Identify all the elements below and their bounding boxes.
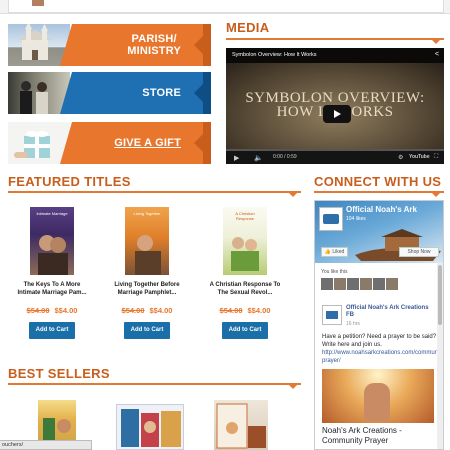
couple-illustration [38, 235, 68, 275]
chevron-left-icon [194, 72, 211, 114]
add-to-cart-button[interactable]: Add to Cart [29, 322, 75, 339]
add-to-cart-button[interactable]: Add to Cart [222, 322, 268, 339]
page-likes: 104 likes [346, 216, 366, 222]
product-cover[interactable]: Living Together [125, 207, 169, 275]
chevron-left-icon [194, 122, 211, 164]
video-frame[interactable]: SYMBOLON OVERVIEW:HOW IT WORKS [226, 63, 444, 151]
product-cover[interactable]: Intimate Marriage [30, 207, 74, 275]
browser-status-bar: ouchers/ [0, 440, 92, 450]
facebook-widget: Official Noah's Ark 104 likes 👍 Liked Sh… [314, 200, 444, 450]
youtube-logo[interactable]: YouTube [409, 154, 430, 160]
book-set-illustration [121, 409, 181, 447]
friend-avatar[interactable] [321, 278, 333, 290]
product-price: $54.00 $$4.00 [121, 306, 173, 315]
banner-band: STORE [60, 72, 211, 114]
banner-parish-ministry[interactable]: PARISH/MINISTRY [8, 24, 211, 66]
scrollbar-thumb[interactable] [438, 265, 442, 325]
post-link[interactable]: http://www.noahsarkcreations.com/communi… [322, 349, 443, 365]
share-icon[interactable]: < [435, 51, 439, 58]
video-controls: ▶ 🔈 0:00 / 0:59 ⚙ YouTube ⛶ [226, 151, 444, 164]
friend-avatar[interactable] [360, 278, 372, 290]
featured-rule [8, 191, 301, 197]
post-caption[interactable]: Noah's Ark Creations - Community Prayer [322, 426, 434, 446]
church-photo [8, 24, 70, 66]
widget-scrollbar[interactable] [437, 263, 443, 449]
book-stack-illustration [216, 403, 266, 449]
fullscreen-icon[interactable]: ⛶ [434, 154, 438, 161]
gift-box-illustration [14, 131, 50, 158]
banner-label: STORE [142, 87, 181, 99]
gift-photo [8, 122, 70, 164]
video-player[interactable]: Symbolon Overview: How It Works < SYMBOL… [226, 48, 444, 164]
banner-label: GIVE A GIFT [114, 137, 181, 149]
church-illustration [18, 24, 52, 60]
top-thumbnail [32, 0, 44, 6]
media-heading: MEDIA [226, 20, 270, 35]
add-to-cart-button[interactable]: Add to Cart [124, 322, 170, 339]
connect-rule [314, 191, 444, 197]
best-sellers-heading: BEST SELLERS [8, 366, 110, 381]
post-avatar[interactable] [322, 305, 342, 325]
product-title[interactable]: A Christian Response To The Sexual Revol… [207, 281, 283, 297]
volume-icon[interactable]: 🔈 [254, 154, 263, 162]
best-sellers-rule [8, 383, 301, 389]
cover-title: A Christian Response [235, 211, 255, 221]
shop-now-button[interactable]: Shop Now [399, 247, 439, 257]
couple-illustration [20, 81, 48, 114]
video-time: 0:00 / 0:59 [273, 154, 297, 160]
banner-give-a-gift[interactable]: GIVE A GIFT [8, 122, 211, 164]
friend-avatars [321, 278, 398, 290]
chevron-left-icon [194, 24, 211, 66]
connect-heading: CONNECT WITH US [314, 174, 442, 189]
post-author[interactable]: Official Noah's Ark Creations FB [346, 305, 436, 319]
friend-avatar[interactable] [334, 278, 346, 290]
friend-avatar[interactable] [373, 278, 385, 290]
post-time[interactable]: 16 hrs [346, 321, 360, 327]
product-cover[interactable]: A Christian Response [223, 207, 267, 275]
banner-band: PARISH/MINISTRY [60, 24, 211, 66]
settings-icon[interactable]: ⚙ [398, 154, 403, 161]
liked-label: Liked [332, 249, 345, 255]
couple-illustration [135, 235, 161, 275]
banner-band: GIVE A GIFT [60, 122, 211, 164]
banner-store[interactable]: STORE [8, 72, 211, 114]
best-seller-cover[interactable] [214, 400, 268, 450]
store-photo [8, 72, 70, 114]
friend-avatar[interactable] [386, 278, 398, 290]
play-icon[interactable]: ▶ [234, 154, 239, 162]
cover-title: Intimate Marriage [36, 211, 68, 216]
cover-title: Living Together [133, 211, 161, 216]
media-rule [226, 38, 444, 44]
page-name[interactable]: Official Noah's Ark [346, 205, 417, 214]
product-title[interactable]: Living Together Before Marriage Pamphlet… [109, 281, 185, 297]
play-button[interactable] [323, 105, 351, 123]
page-avatar[interactable] [319, 207, 343, 231]
product-title[interactable]: The Keys To A More Intimate Marriage Pam… [14, 281, 90, 297]
friend-avatar[interactable] [347, 278, 359, 290]
top-box [8, 0, 444, 13]
featured-heading: FEATURED TITLES [8, 174, 131, 189]
product-price: $54.00 $$4.00 [219, 306, 271, 315]
post-image[interactable] [322, 369, 434, 423]
video-title-bar[interactable]: Symbolon Overview: How It Works [226, 48, 444, 63]
top-strip [0, 0, 450, 14]
banner-label: PARISH/MINISTRY [127, 33, 181, 57]
thumbs-up-icon: 👍 [324, 249, 331, 255]
best-seller-cover[interactable] [116, 404, 184, 450]
you-like-this: You like this [321, 269, 348, 275]
product-price: $54.00 $$4.00 [26, 306, 78, 315]
post-text: Have a petition? Need a prayer to be sai… [322, 334, 437, 348]
liked-button[interactable]: 👍 Liked [321, 247, 348, 257]
